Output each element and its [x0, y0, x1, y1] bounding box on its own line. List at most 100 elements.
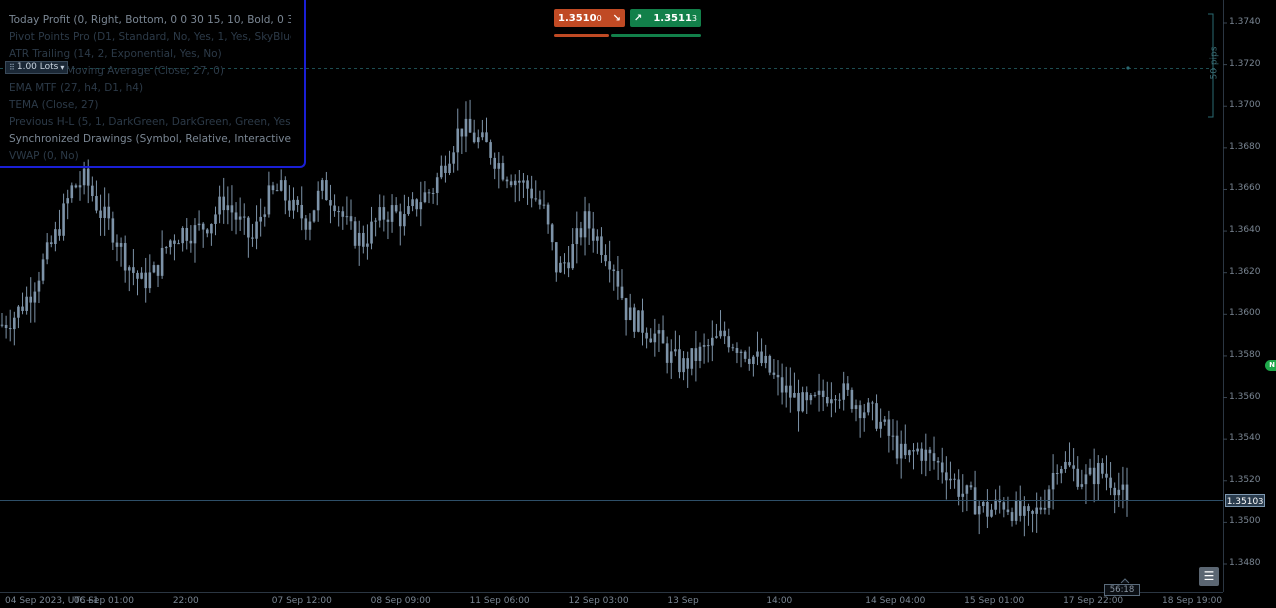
y-tick-label: 1.3660 [1229, 183, 1261, 194]
candle-body [977, 506, 981, 515]
candle-body [563, 262, 566, 264]
y-tick-label: 1.3600 [1229, 308, 1261, 319]
indicator-item[interactable]: TEMA (Close, 27) [9, 99, 291, 111]
candle-body [534, 198, 538, 200]
candle-body [903, 443, 907, 456]
x-tick-label: 11 Sep 06:00 [469, 596, 530, 606]
candle-body [300, 204, 304, 219]
candle-body [485, 132, 488, 143]
candle-body [657, 330, 661, 334]
candle-body [234, 212, 238, 220]
candle-body [1096, 463, 1100, 485]
candle-body [464, 118, 468, 137]
candle-body [312, 210, 316, 222]
x-tick-label: 06 Sep 01:00 [73, 596, 134, 606]
candle-body [981, 501, 985, 507]
sell-button[interactable]: 1.35100 ↘ [554, 9, 625, 27]
chevron-down-icon[interactable]: ▾ [60, 61, 64, 74]
candle-body [423, 192, 427, 203]
candle-body [789, 385, 792, 398]
candle-body [54, 229, 57, 245]
indicator-item[interactable]: Moving Average (Close, 27, 0) [66, 65, 348, 77]
indicator-item[interactable]: EMA MTF (27, h4, D1, h4) [9, 82, 291, 94]
indicator-list: Today Profit (0, Right, Bottom, 0 0 30 1… [0, 0, 310, 170]
candle-body [481, 132, 484, 138]
candle-body [189, 240, 193, 244]
candle-body [251, 237, 254, 239]
candle-body [1018, 500, 1022, 516]
candle-body [82, 168, 86, 186]
candle-body [144, 272, 148, 289]
candle-body [801, 392, 804, 412]
buy-price: 1.35113 [653, 12, 697, 24]
candle-body [764, 355, 767, 364]
notification-badge[interactable]: N [1265, 360, 1276, 371]
candle-body [1023, 506, 1026, 516]
candle-body [805, 392, 809, 401]
candle-body [440, 165, 443, 178]
candle-body [1006, 509, 1010, 513]
candle-body [645, 332, 648, 339]
candle-body [148, 272, 152, 289]
buy-button[interactable]: ↗ 1.35113 [630, 9, 701, 27]
candle-body [554, 242, 558, 273]
candle-body [723, 330, 726, 337]
candle-body [296, 199, 299, 205]
candle-body [1080, 484, 1084, 487]
indicator-item[interactable]: Previous H-L (5, 1, DarkGreen, DarkGreen… [9, 116, 291, 128]
candle-body [419, 202, 423, 210]
candle-body [468, 118, 472, 133]
candle-body [505, 179, 509, 182]
candle-body [1060, 469, 1063, 474]
candle-body [953, 478, 956, 480]
indicator-item[interactable]: Today Profit (0, Right, Bottom, 0 0 30 1… [9, 14, 291, 26]
candle-body [1105, 473, 1108, 478]
candle-body [136, 272, 139, 279]
candle-body [1002, 502, 1006, 510]
candle-body [604, 255, 607, 262]
candle-body [961, 493, 965, 497]
candle-body [4, 324, 8, 329]
candle-body [238, 216, 242, 220]
pips-anchor-point[interactable] [1126, 66, 1130, 70]
candle-body [489, 142, 492, 158]
indicator-item[interactable]: VWAP (0, No) [9, 150, 291, 162]
candle-body [538, 199, 542, 205]
candle-body [936, 460, 940, 463]
candle-body [793, 392, 796, 398]
candle-body [661, 330, 665, 344]
x-tick-label: 17 Sep 22:00 [1063, 596, 1124, 606]
x-tick-label: 18 Sep 19:00 [1162, 596, 1223, 606]
hamburger-icon[interactable]: ☰ [1199, 567, 1219, 586]
candle-body [333, 205, 336, 212]
lots-control[interactable]: ⠿ 1.00 Lots ▾ [5, 61, 69, 74]
candle-body [1101, 463, 1104, 474]
candle-body [119, 243, 123, 247]
candle-body [719, 330, 722, 337]
candle-body [226, 205, 230, 211]
candle-body [41, 259, 45, 281]
y-tick-label: 1.3480 [1229, 558, 1261, 568]
candle-body [353, 221, 357, 246]
candle-body [1014, 500, 1018, 521]
indicator-item[interactable]: Pivot Points Pro (D1, Standard, No, Yes,… [9, 31, 291, 43]
candle-body [994, 499, 997, 510]
candle-body [275, 190, 279, 192]
candle-body [403, 214, 406, 227]
candle-body [854, 405, 858, 409]
candle-body [546, 204, 550, 225]
candle-body [747, 358, 751, 364]
candle-body [665, 343, 669, 363]
indicator-item[interactable]: Synchronized Drawings (Symbol, Relative,… [9, 133, 291, 145]
candle-body [965, 485, 969, 494]
candle-body [846, 383, 850, 390]
current-price-tag: 1.35103 [1225, 494, 1265, 507]
candle-body [103, 206, 106, 218]
candle-body [0, 324, 4, 326]
candle-body [25, 296, 28, 311]
candle-body [205, 229, 209, 234]
indicator-item[interactable]: ATR Trailing (14, 2, Exponential, Yes, N… [9, 48, 291, 60]
candle-body [632, 307, 636, 332]
candle-body [78, 185, 82, 188]
candle-body [452, 152, 455, 164]
